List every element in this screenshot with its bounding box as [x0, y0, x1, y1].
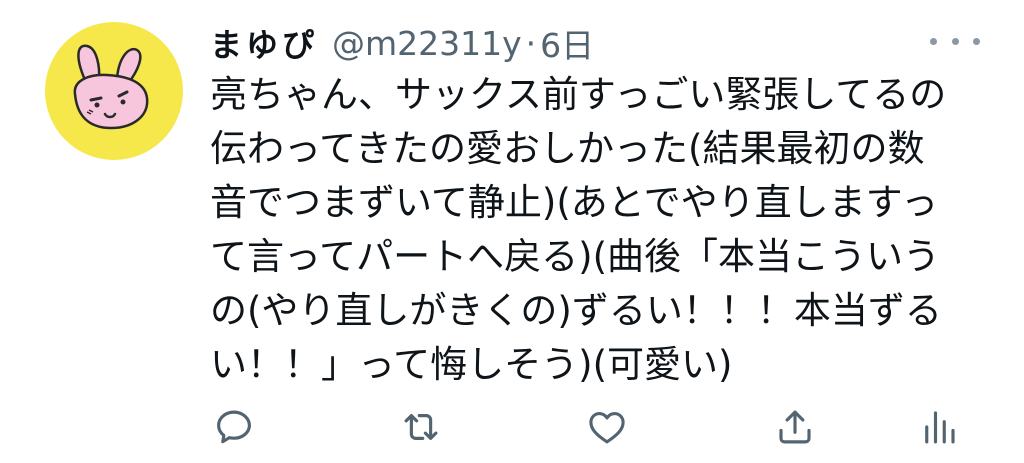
reply-button[interactable] [211, 404, 257, 450]
like-icon [589, 411, 625, 444]
tweet-text-line: の(やり直しがきくの)ずるい！！！本当ずる [210, 289, 942, 332]
tweet-text-line: 伝わってきたの愛おしかった(結果最初の数 [210, 127, 925, 170]
tweet-text-line: 音でつまずいて静止)(あとでやり直しますっ [210, 181, 939, 224]
tweet-timestamp[interactable]: 6日 [540, 19, 594, 67]
avatar[interactable] [45, 22, 183, 160]
analytics-button[interactable] [916, 404, 962, 450]
tweet-text-line: て言ってパートへ戻る)(曲後「本当こういう [210, 235, 941, 278]
share-icon [779, 410, 811, 444]
tweet[interactable]: まゆぴ @m22311y · 6日 亮ちゃん、サックス前すっごい緊張してるの 伝… [0, 0, 1024, 463]
tweet-text: 亮ちゃん、サックス前すっごい緊張してるの 伝わってきたの愛おしかった(結果最初の… [210, 68, 980, 392]
tweet-header: まゆぴ @m22311y · 6日 [210, 18, 594, 68]
reply-icon [217, 410, 251, 444]
rabbit-avatar-image [73, 44, 149, 130]
more-options-button[interactable] [930, 26, 980, 56]
tweet-text-line: い！！」って悔しそう)(可愛い) [210, 343, 733, 386]
retweet-button[interactable] [398, 404, 444, 450]
retweet-icon [404, 414, 438, 440]
tweet-actions [0, 400, 1024, 454]
tweet-text-line: 亮ちゃん、サックス前すっごい緊張してるの [210, 73, 947, 116]
analytics-icon [925, 411, 955, 444]
like-button[interactable] [584, 404, 630, 450]
author-handle[interactable]: @m22311y [332, 24, 522, 63]
share-button[interactable] [772, 404, 818, 450]
more-horizontal-icon [930, 37, 937, 45]
author-name[interactable]: まゆぴ [210, 20, 318, 66]
separator-dot: · [525, 23, 537, 63]
